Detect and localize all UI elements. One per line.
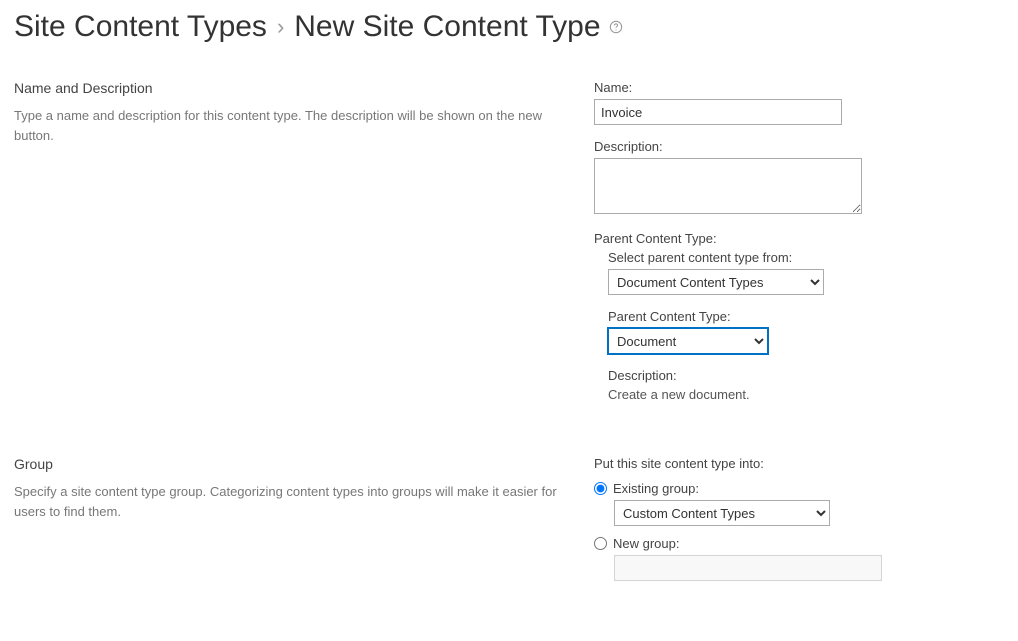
name-input[interactable] <box>594 99 842 125</box>
name-label: Name: <box>594 80 1004 95</box>
breadcrumb: Site Content Types › New Site Content Ty… <box>14 10 1004 44</box>
existing-group-dropdown[interactable]: Custom Content Types <box>614 500 830 526</box>
select-parent-from-label: Select parent content type from: <box>608 250 1004 265</box>
section-name-title: Name and Description <box>14 80 574 96</box>
breadcrumb-parent-link[interactable]: Site Content Types <box>14 10 267 44</box>
new-group-input <box>614 555 882 581</box>
new-group-label[interactable]: New group: <box>613 536 679 551</box>
breadcrumb-current: New Site Content Type <box>294 10 600 44</box>
group-put-label: Put this site content type into: <box>594 456 1004 471</box>
description-textarea[interactable] <box>594 158 862 214</box>
parent-desc-label: Description: <box>608 368 1004 383</box>
new-group-radio[interactable] <box>594 537 607 550</box>
existing-group-radio[interactable] <box>594 482 607 495</box>
section-group-desc: Specify a site content type group. Categ… <box>14 482 574 521</box>
description-label: Description: <box>594 139 1004 154</box>
section-name-description: Name and Description Type a name and des… <box>14 80 1004 416</box>
section-group-title: Group <box>14 456 574 472</box>
existing-group-label[interactable]: Existing group: <box>613 481 699 496</box>
breadcrumb-separator-icon: › <box>277 14 284 40</box>
parent-content-type-label: Parent Content Type: <box>594 231 1004 246</box>
parent-ct-sub-label: Parent Content Type: <box>608 309 1004 324</box>
help-icon[interactable] <box>609 20 623 34</box>
parent-desc-text: Create a new document. <box>608 387 1004 402</box>
section-name-desc: Type a name and description for this con… <box>14 106 574 145</box>
select-parent-from-dropdown[interactable]: Document Content Types <box>608 269 824 295</box>
parent-content-type-dropdown[interactable]: Document <box>608 328 768 354</box>
section-group: Group Specify a site content type group.… <box>14 456 1004 591</box>
